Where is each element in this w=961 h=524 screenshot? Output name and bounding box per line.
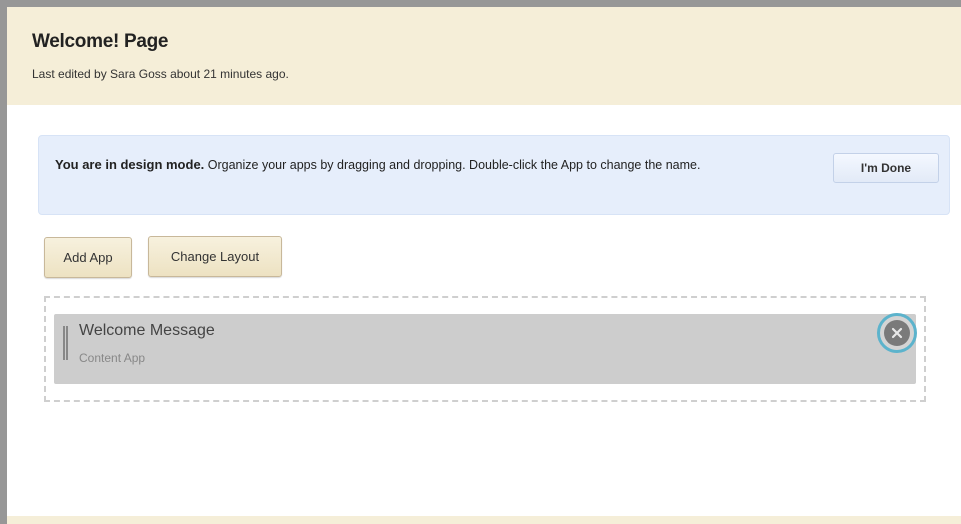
close-circle-icon: [884, 320, 910, 346]
design-mode-instructions: Organize your apps by dragging and dropp…: [204, 158, 701, 172]
add-app-button[interactable]: Add App: [44, 237, 132, 278]
remove-app-button[interactable]: [877, 313, 917, 353]
page-footer: [7, 516, 961, 524]
page-title: Welcome! Page: [32, 31, 169, 52]
design-mode-banner: You are in design mode. Organize your ap…: [38, 135, 950, 215]
page-header: Welcome! Page Last edited by Sara Goss a…: [7, 7, 961, 105]
app-name[interactable]: Welcome Message: [79, 322, 215, 340]
im-done-button[interactable]: I'm Done: [833, 153, 939, 183]
change-layout-button[interactable]: Change Layout: [148, 236, 282, 277]
design-mode-message: You are in design mode. Organize your ap…: [55, 154, 795, 176]
app-type: Content App: [79, 351, 146, 365]
drag-handle-icon[interactable]: [63, 326, 68, 360]
last-edited-text: Last edited by Sara Goss about 21 minute…: [32, 67, 289, 81]
app-tile-welcome-message[interactable]: Welcome Message Content App: [54, 314, 916, 384]
design-mode-heading: You are in design mode.: [55, 157, 205, 172]
